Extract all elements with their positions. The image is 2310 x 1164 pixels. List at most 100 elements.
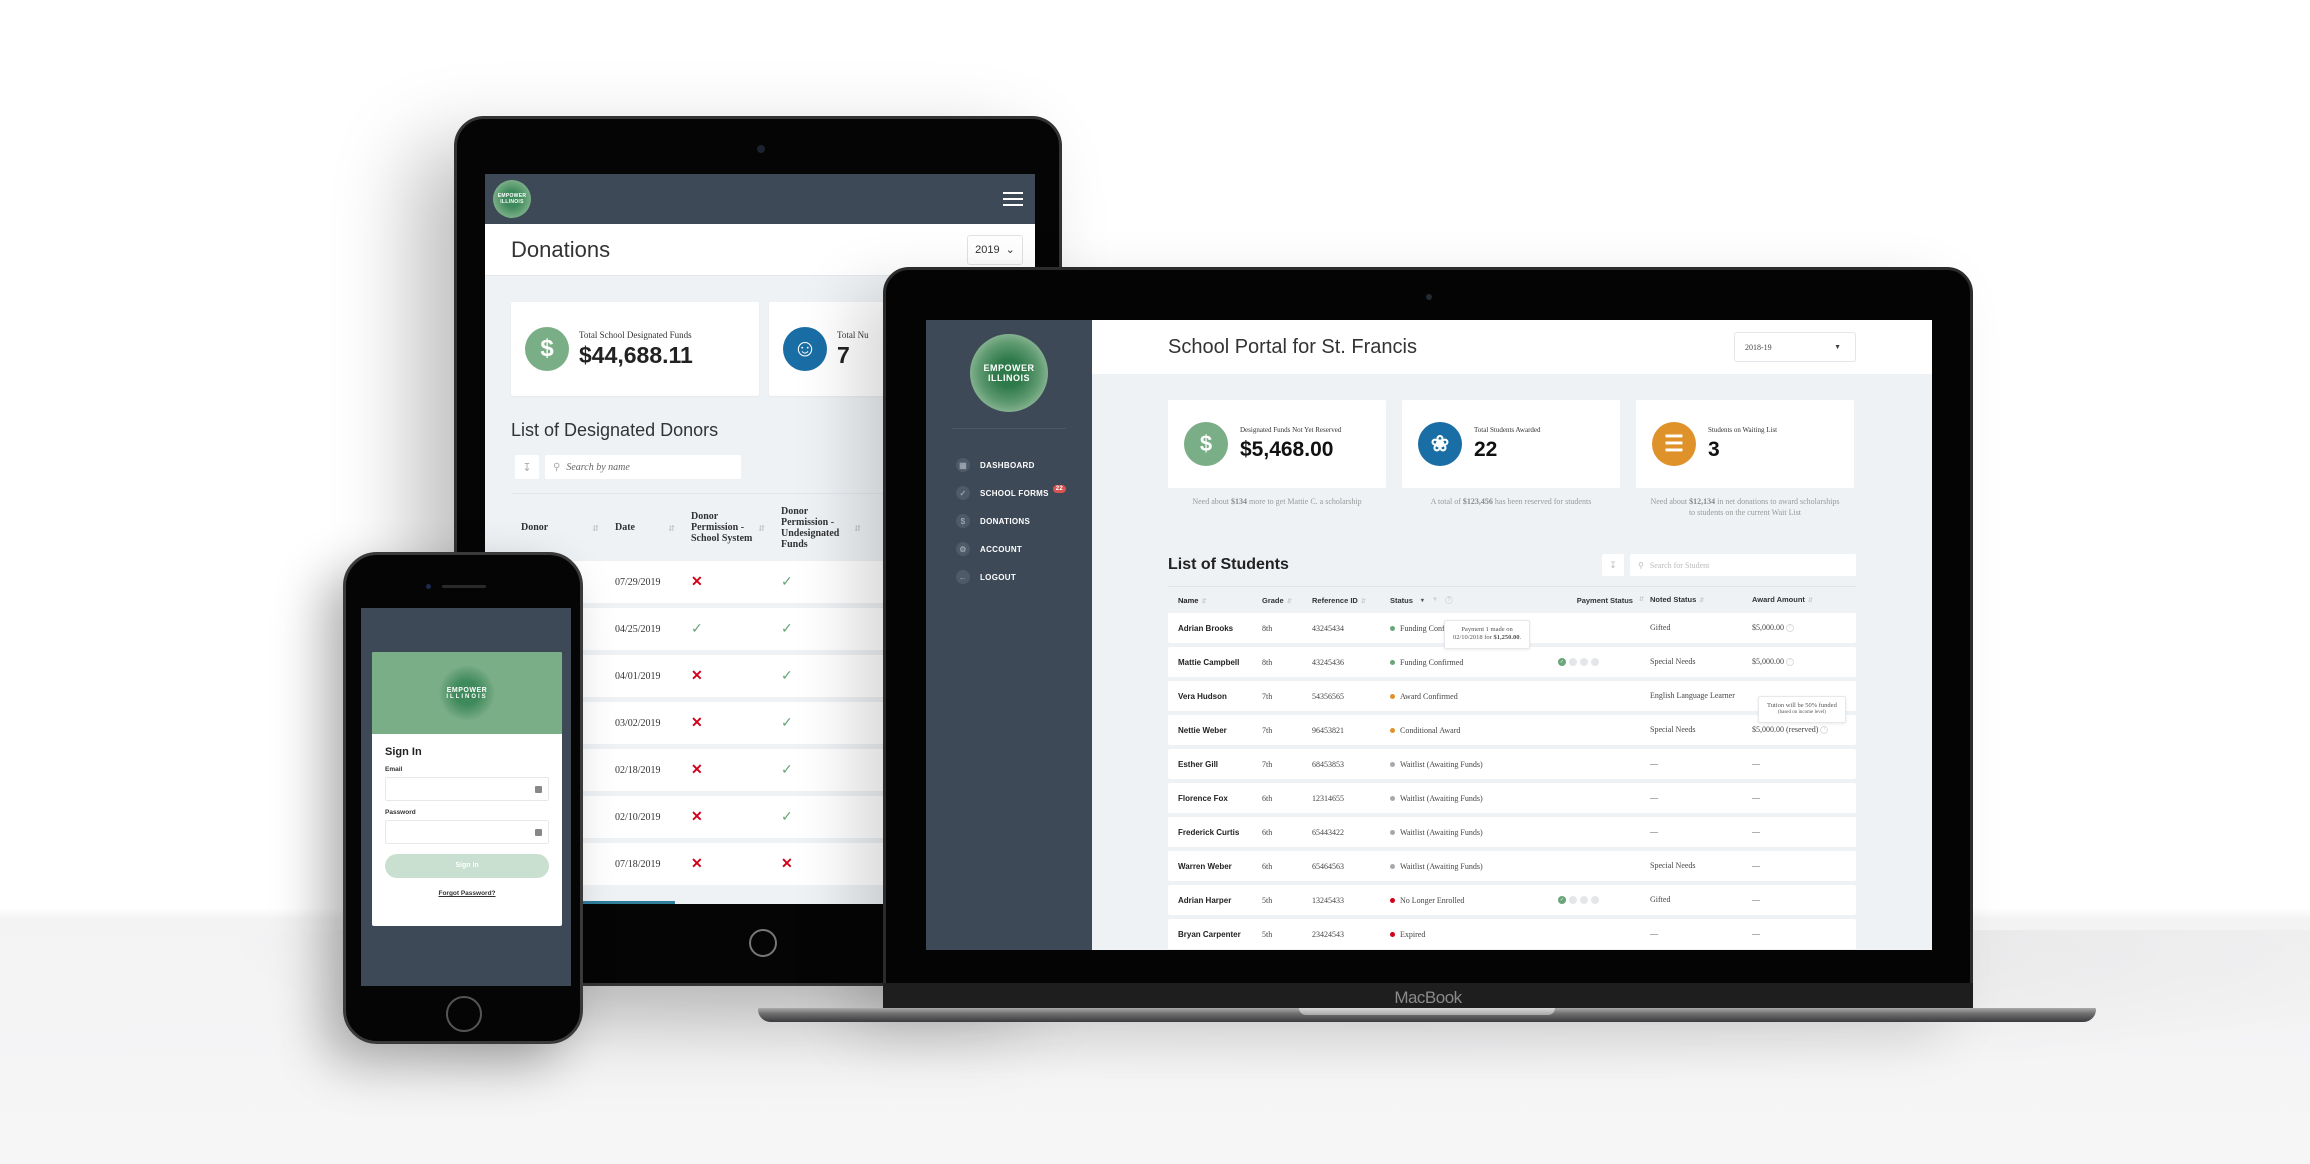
- download-icon[interactable]: ↧: [1602, 554, 1624, 577]
- table-row[interactable]: Florence Fox 6th 12314655 Waitlist (Awai…: [1168, 783, 1856, 814]
- payment-dot[interactable]: [1569, 896, 1577, 905]
- help-icon[interactable]: ?: [1786, 624, 1794, 633]
- password-field[interactable]: [385, 820, 549, 844]
- grid-icon: ▦: [956, 458, 970, 472]
- student-grade: 8th: [1262, 623, 1273, 633]
- column-grade[interactable]: Grade ⇵: [1262, 596, 1312, 605]
- payment-dot[interactable]: [1580, 658, 1588, 667]
- device-mockup-scene: EMPOWER ILLINOIS Donations 2019 ⌄ $ Tota…: [0, 0, 2310, 1164]
- year-select[interactable]: 2018-19 ▼: [1734, 332, 1856, 362]
- phone-device: EMPOWER ILLINOIS Sign In Email Password …: [343, 552, 583, 1044]
- search-icon: ⚲: [1638, 560, 1644, 570]
- table-row[interactable]: Esther Gill 7th 68453853 Waitlist (Await…: [1168, 749, 1856, 780]
- year-select[interactable]: 2019 ⌄: [967, 234, 1023, 265]
- sort-icon: ⇵: [1807, 598, 1813, 605]
- card-note: A total of $123,456 has been reserved fo…: [1430, 497, 1592, 506]
- student-search-input[interactable]: ⚲ Search for Student: [1630, 554, 1856, 577]
- sidebar-item-account[interactable]: ⚙ ACCOUNT: [926, 535, 1092, 563]
- sign-in-hero: EMPOWER ILLINOIS: [372, 652, 562, 734]
- total-funds-card: $ Total School Designated Funds $44,688.…: [511, 302, 759, 396]
- keychain-icon[interactable]: [535, 829, 542, 836]
- payment-dot[interactable]: [1591, 896, 1599, 905]
- sign-in-button[interactable]: Sign In: [385, 854, 549, 878]
- chevron-down-icon: ⌄: [1005, 244, 1015, 256]
- sort-icon: ⇵: [758, 523, 765, 533]
- card-value: 3: [1708, 438, 1720, 461]
- status-dot: [1390, 727, 1395, 733]
- sort-icon: ⇵: [1360, 598, 1366, 605]
- sidebar-item-logout[interactable]: ← LOGOUT: [926, 563, 1092, 591]
- table-row[interactable]: Frederick Curtis 6th 65443422 Waitlist (…: [1168, 817, 1856, 848]
- donor-search-input[interactable]: ⚲ Search by name: [545, 455, 741, 479]
- download-icon[interactable]: ↧: [515, 455, 539, 479]
- keychain-icon[interactable]: [535, 786, 542, 793]
- sidebar-item-donations[interactable]: $ DONATIONS: [926, 507, 1092, 535]
- noted-status: Gifted: [1650, 895, 1671, 905]
- payment-dot[interactable]: [1569, 658, 1577, 667]
- hamburger-menu-icon[interactable]: [1003, 192, 1023, 206]
- noted-status: —: [1650, 929, 1658, 939]
- help-icon[interactable]: ?: [1786, 658, 1794, 667]
- email-field[interactable]: [385, 777, 549, 801]
- payment-dot[interactable]: [1591, 658, 1599, 667]
- payment-tooltip: Payment 1 made on 02/10/2018 for $1,250.…: [1444, 620, 1531, 649]
- forgot-password-link[interactable]: Forgot Password?: [385, 890, 549, 897]
- table-row[interactable]: Mattie Campbell 8th 43245436 Funding Con…: [1168, 647, 1856, 678]
- student-name[interactable]: Bryan Carpenter: [1168, 930, 1262, 939]
- sidebar-item-label: SCHOOL FORMS: [980, 488, 1049, 498]
- award-amount: $5,000.00?: [1752, 658, 1856, 667]
- column-payment-status[interactable]: Payment Status ⇵: [1528, 596, 1650, 605]
- award-amount: —: [1752, 759, 1760, 769]
- filter-icon[interactable]: ▼: [1432, 597, 1438, 603]
- dollar-icon: $: [525, 327, 569, 371]
- student-name[interactable]: Mattie Campbell: [1168, 658, 1262, 667]
- column-reference-id[interactable]: Reference ID ⇵: [1312, 596, 1390, 605]
- column-donor[interactable]: Donor ⇵: [511, 522, 605, 533]
- table-row[interactable]: Bryan Carpenter 5th 23424543 Expired — —: [1168, 919, 1856, 950]
- tuition-tooltip: Tution will be 50% funded (based on inco…: [1758, 696, 1846, 723]
- summary-card: ❀ Total Students Awarded 22 A total of $…: [1402, 400, 1620, 518]
- column-date[interactable]: Date ⇵: [605, 522, 681, 533]
- student-name[interactable]: Esther Gill: [1168, 760, 1262, 769]
- card-label: Designated Funds Not Yet Reserved: [1240, 426, 1342, 434]
- check-icon: ✓: [781, 574, 793, 590]
- sidebar-item-label: ACCOUNT: [980, 544, 1023, 554]
- student-name[interactable]: Adrian Brooks: [1168, 624, 1262, 633]
- column-name[interactable]: Name ⇵: [1168, 596, 1262, 605]
- student-reference-id: 96453821: [1312, 725, 1344, 735]
- payment-dot[interactable]: ✓: [1558, 658, 1566, 667]
- column-permission-school[interactable]: Donor Permission - School System ⇵: [681, 511, 771, 544]
- table-row[interactable]: Vera Hudson 7th 54356565 Award Confirmed…: [1168, 681, 1856, 712]
- sidebar-item-dashboard[interactable]: ▦ DASHBOARD: [926, 451, 1092, 479]
- student-name[interactable]: Florence Fox: [1168, 794, 1262, 803]
- check-icon: ✓: [781, 668, 793, 684]
- column-noted-status[interactable]: Noted Status ⇵: [1650, 596, 1752, 604]
- table-row[interactable]: Adrian Harper 5th 13245433 No Longer Enr…: [1168, 885, 1856, 916]
- table-row[interactable]: Nettie Weber 7th 96453821 Conditional Aw…: [1168, 715, 1856, 746]
- student-name[interactable]: Adrian Harper: [1168, 896, 1262, 905]
- student-name[interactable]: Vera Hudson: [1168, 692, 1262, 701]
- column-award-amount[interactable]: Award Amount ⇵: [1752, 596, 1856, 604]
- award-amount: —: [1752, 929, 1760, 939]
- card-label: Students on Waiting List: [1708, 426, 1778, 434]
- student-reference-id: 54356565: [1312, 691, 1344, 701]
- empower-illinois-logo[interactable]: EMPOWER ILLINOIS: [493, 180, 531, 218]
- student-name[interactable]: Frederick Curtis: [1168, 828, 1262, 837]
- student-name[interactable]: Nettie Weber: [1168, 726, 1262, 735]
- sidebar-item-school-forms[interactable]: ✓ SCHOOL FORMS 22: [926, 479, 1092, 507]
- payment-dot[interactable]: [1580, 896, 1588, 905]
- payment-dot[interactable]: ✓: [1558, 896, 1566, 905]
- card-body: ❀ Total Students Awarded 22: [1402, 400, 1620, 488]
- help-icon[interactable]: ?: [1820, 726, 1829, 735]
- cross-icon: ✕: [781, 856, 793, 872]
- student-grade: 8th: [1262, 657, 1273, 667]
- student-name[interactable]: Warren Weber: [1168, 862, 1262, 871]
- noted-status: —: [1650, 827, 1658, 837]
- student-grade: 7th: [1262, 759, 1273, 769]
- column-permission-undesignated[interactable]: Donor Permission - Undesignated Funds ⇵: [771, 506, 867, 550]
- help-icon[interactable]: ?: [1444, 596, 1453, 605]
- table-row[interactable]: Warren Weber 6th 65464563 Waitlist (Awai…: [1168, 851, 1856, 882]
- search-icon: ⚲: [553, 461, 561, 473]
- student-status: Award Confirmed: [1390, 692, 1558, 701]
- empower-illinois-logo[interactable]: EMPOWER ILLINOIS: [970, 334, 1048, 412]
